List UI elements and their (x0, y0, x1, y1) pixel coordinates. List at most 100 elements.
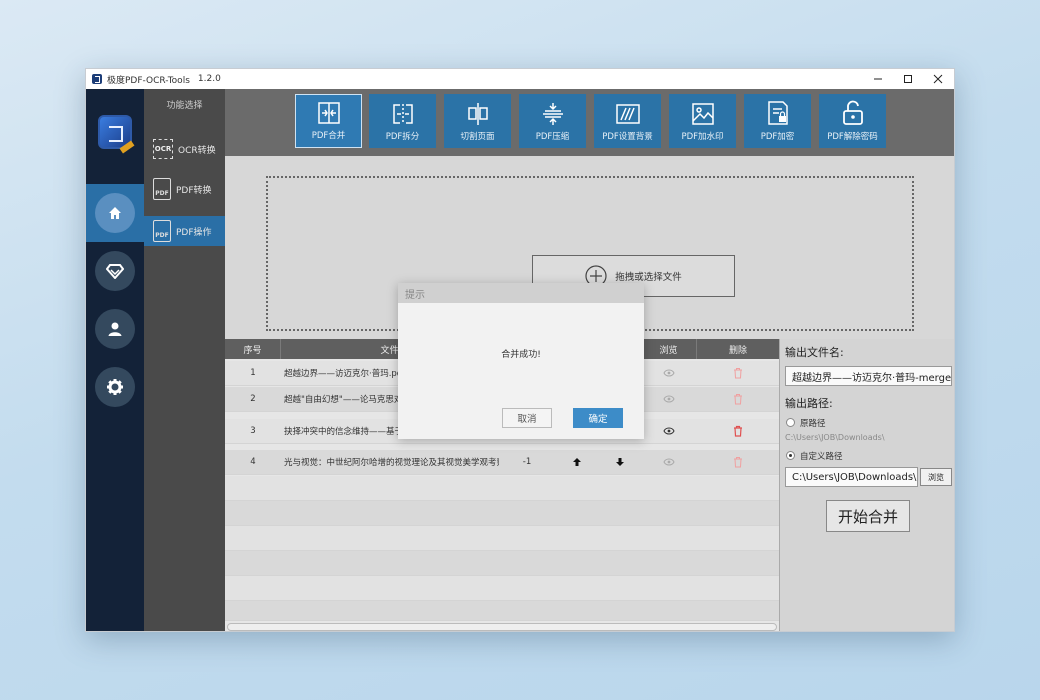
tool-pdf-split[interactable]: PDF拆分 (369, 94, 436, 148)
row-index: 3 (250, 426, 256, 436)
radio-custom-label: 自定义路径 (800, 452, 843, 462)
delete-button[interactable] (697, 361, 779, 386)
title-bar: 极度PDF-OCR-Tools 1.2.0 (86, 69, 954, 89)
preview-button[interactable] (641, 361, 697, 386)
delete-button[interactable] (697, 387, 779, 412)
eye-icon (663, 369, 675, 377)
custom-path-input[interactable]: C:\Users\JOB\Downloads\ (785, 467, 918, 487)
preview-button[interactable] (641, 450, 697, 475)
original-path-hint: C:\Users\JOB\Downloads\ (785, 433, 885, 442)
table-row-empty (225, 501, 779, 526)
window-title: 极度PDF-OCR-Tools (107, 75, 190, 86)
tool-pdf-merge[interactable]: PDF合并 (295, 94, 362, 148)
move-down-icon[interactable] (615, 457, 625, 467)
output-path-label: 输出路径: (785, 397, 833, 410)
function-menu-heading: 功能选择 (166, 101, 203, 111)
sub-item-pdf-convert[interactable]: PDF PDF转换 (144, 174, 225, 204)
cut-page-icon (467, 103, 488, 125)
split-icon (392, 104, 413, 124)
tool-label: PDF解除密码 (827, 132, 878, 142)
gear-icon (107, 379, 123, 395)
eye-icon (663, 458, 675, 466)
pdf-toolbar: PDF合并 PDF拆分 切割页面 PDF压缩 PDF设置背景 PDF加水印 PD… (225, 89, 954, 156)
nav-user[interactable] (86, 300, 144, 358)
merge-icon (317, 102, 340, 124)
maximize-button[interactable] (894, 69, 922, 89)
close-button[interactable] (924, 69, 952, 89)
tool-label: PDF合并 (311, 131, 346, 141)
alert-dialog: 提示 合并成功! 取消 确定 (398, 283, 644, 439)
table-row[interactable]: 4 光与视觉：中世纪阿尔哈增的视觉理论及其视觉美学观考察. -1 (225, 450, 779, 475)
col-preview: 浏览 (641, 339, 697, 359)
eye-icon (663, 395, 675, 403)
row-index: 1 (250, 368, 256, 378)
nav-vip[interactable] (86, 242, 144, 300)
main-nav (86, 89, 144, 631)
row-file-name: 光与视觉：中世纪阿尔哈增的视觉理论及其视觉美学观考察. (284, 458, 499, 468)
col-index: 序号 (225, 339, 281, 359)
minimize-button[interactable] (864, 69, 892, 89)
radio-original-label: 原路径 (800, 419, 826, 429)
choose-file-label: 拖拽或选择文件 (615, 272, 682, 283)
dialog-message: 合并成功! (501, 350, 541, 360)
image-watermark-icon (691, 103, 714, 125)
tool-label: PDF加水印 (681, 132, 724, 142)
tool-pdf-compress[interactable]: PDF压缩 (519, 94, 586, 148)
tool-pdf-background[interactable]: PDF设置背景 (594, 94, 661, 148)
home-icon (109, 207, 121, 219)
output-settings: 输出文件名: 超越边界——访迈克尔·普玛-merge 输出路径: 原路径 C:\… (779, 339, 954, 631)
row-order (555, 450, 641, 475)
nav-home[interactable] (86, 184, 144, 242)
trash-icon (734, 368, 742, 379)
diamond-icon (106, 264, 124, 279)
nav-settings[interactable] (86, 358, 144, 416)
trash-icon (734, 457, 742, 468)
horizontal-scrollbar[interactable] (227, 623, 777, 631)
table-row-empty (225, 476, 779, 501)
radio-original-path[interactable] (786, 418, 795, 427)
tool-pdf-watermark[interactable]: PDF加水印 (669, 94, 736, 148)
tool-pdf-encrypt[interactable]: PDF加密 (744, 94, 811, 148)
app-logo-icon (98, 115, 132, 149)
col-delete: 删除 (728, 345, 747, 356)
move-up-icon[interactable] (572, 457, 582, 467)
radio-custom-path[interactable] (786, 451, 795, 460)
encrypt-icon (767, 101, 788, 125)
preview-button[interactable] (641, 419, 697, 444)
dialog-cancel-button[interactable]: 取消 (502, 408, 552, 428)
delete-button[interactable] (697, 419, 779, 444)
tool-label: PDF加密 (760, 132, 795, 142)
user-icon (108, 322, 122, 336)
start-merge-button[interactable]: 开始合并 (826, 500, 910, 532)
trash-icon (734, 394, 742, 405)
sub-item-ocr[interactable]: OCR OCR转换 (144, 134, 225, 164)
window-version: 1.2.0 (197, 74, 221, 84)
browse-button[interactable]: 浏览 (920, 468, 952, 486)
minimize-icon (874, 78, 882, 80)
background-icon (615, 104, 640, 124)
table-row-empty (225, 551, 779, 576)
sub-item-label: PDF转换 (176, 185, 212, 196)
sub-item-pdf-operate[interactable]: PDF PDF操作 (144, 216, 225, 246)
pdf-operate-icon: PDF (153, 220, 171, 242)
dialog-ok-button[interactable]: 确定 (573, 408, 623, 428)
app-icon (92, 74, 102, 84)
app-window: 极度PDF-OCR-Tools 1.2.0 功能选择 OCR OCR转换 PDF… (85, 68, 955, 632)
function-menu: 功能选择 OCR OCR转换 PDF PDF转换 PDF PDF操作 (144, 89, 225, 631)
tool-pdf-unlock[interactable]: PDF解除密码 (819, 94, 886, 148)
output-name-input[interactable]: 超越边界——访迈克尔·普玛-merge (785, 366, 952, 386)
preview-button[interactable] (641, 387, 697, 412)
sub-item-label: OCR转换 (178, 145, 216, 156)
maximize-icon (904, 75, 912, 83)
table-row-empty (225, 526, 779, 551)
eye-icon (663, 427, 675, 435)
ocr-icon: OCR (153, 139, 173, 159)
delete-button[interactable] (697, 450, 779, 475)
tool-label: PDF设置背景 (602, 132, 653, 142)
row-index: 2 (250, 394, 256, 404)
table-row-empty (225, 576, 779, 601)
tool-cut-page[interactable]: 切割页面 (444, 94, 511, 148)
dialog-title: 提示 (398, 283, 644, 303)
table-row-empty (225, 601, 779, 621)
unlock-icon (842, 100, 863, 125)
